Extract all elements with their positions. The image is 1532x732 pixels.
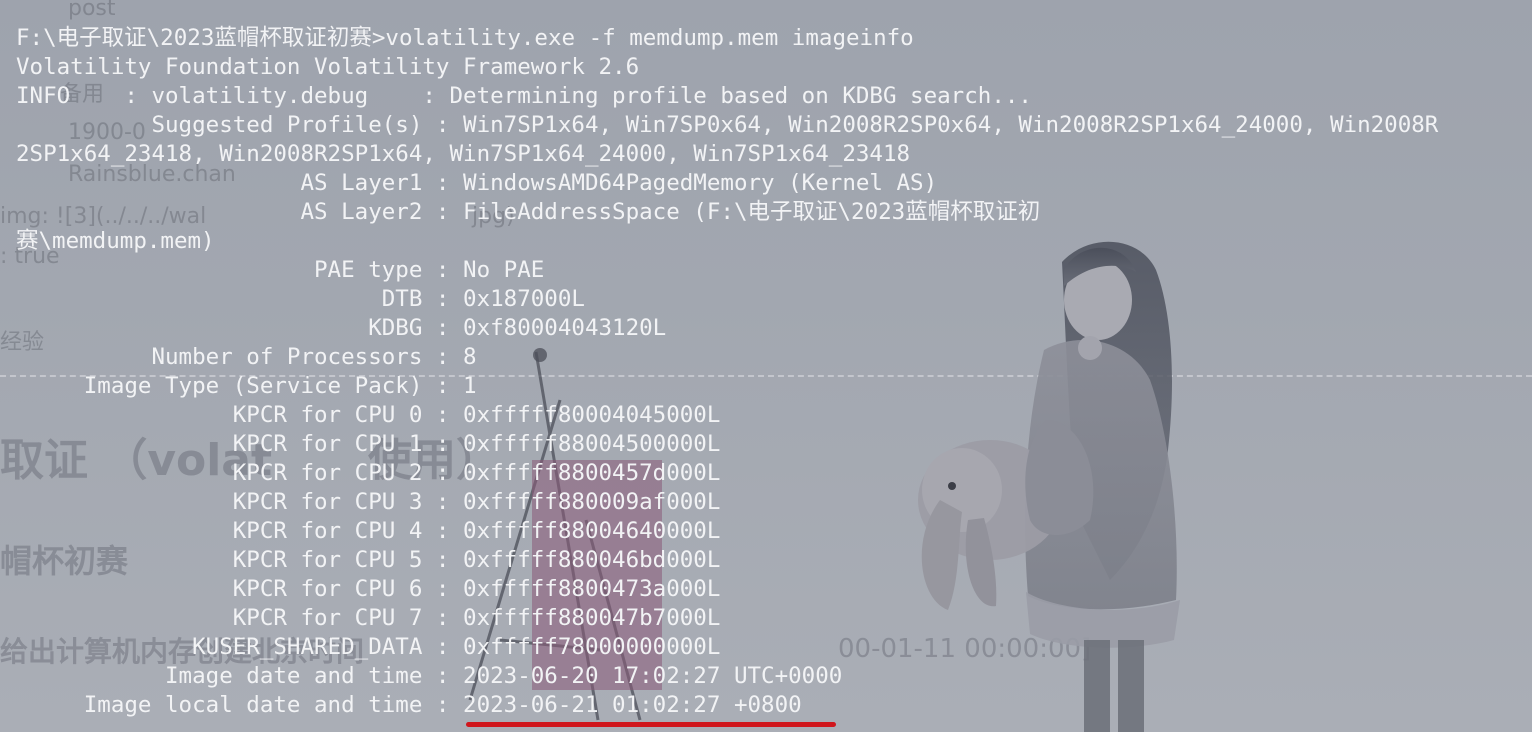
framework-banner-line: Volatility Foundation Volatility Framewo… — [16, 54, 640, 80]
kdbg-line: KDBG : 0xf80004043120L — [16, 315, 667, 341]
image-date-time-line: Image date and time : 2023-06-20 17:02:2… — [16, 663, 843, 689]
kpcr-cpu5-line: KPCR for CPU 5 : 0xfffff880046bd000L — [16, 547, 721, 573]
as-layer1-line: AS Layer1 : WindowsAMD64PagedMemory (Ker… — [16, 170, 938, 196]
info-line: INFO : volatility.debug : Determining pr… — [16, 83, 1032, 109]
suggested-profiles-continued-line: 2SP1x64_23418, Win2008R2SP1x64, Win7SP1x… — [16, 141, 911, 167]
service-pack-line: Image Type (Service Pack) : 1 — [16, 373, 477, 399]
kpcr-cpu0-line: KPCR for CPU 0 : 0xfffff80004045000L — [16, 402, 721, 428]
kuser-shared-data-line: KUSER_SHARED_DATA : 0xfffff78000000000L — [16, 634, 721, 660]
kpcr-cpu2-line: KPCR for CPU 2 : 0xfffff8800457d000L — [16, 460, 721, 486]
kpcr-cpu4-line: KPCR for CPU 4 : 0xfffff88004640000L — [16, 518, 721, 544]
terminal-output: F:\电子取证\2023蓝帽杯取证初赛>volatility.exe -f me… — [16, 24, 1438, 720]
kpcr-cpu3-line: KPCR for CPU 3 : 0xfffff880009af000L — [16, 489, 721, 515]
kpcr-cpu1-line: KPCR for CPU 1 : 0xfffff88004500000L — [16, 431, 721, 457]
as-layer2-continued-line: 赛\memdump.mem) — [16, 228, 215, 254]
command-line: F:\电子取证\2023蓝帽杯取证初赛>volatility.exe -f me… — [16, 25, 914, 51]
kpcr-cpu7-line: KPCR for CPU 7 : 0xfffff880047b7000L — [16, 605, 721, 631]
suggested-profiles-line: Suggested Profile(s) : Win7SP1x64, Win7S… — [16, 112, 1439, 138]
bg-post-text: post — [68, 0, 116, 21]
as-layer2-line: AS Layer2 : FileAddressSpace (F:\电子取证\20… — [16, 199, 1041, 225]
image-local-date-time-line: Image local date and time : 2023-06-21 0… — [16, 692, 802, 718]
dtb-line: DTB : 0x187000L — [16, 286, 585, 312]
pae-type-line: PAE type : No PAE — [16, 257, 545, 283]
kpcr-cpu6-line: KPCR for CPU 6 : 0xfffff8800473a000L — [16, 576, 721, 602]
processor-count-line: Number of Processors : 8 — [16, 344, 477, 370]
highlight-underline — [466, 722, 836, 727]
